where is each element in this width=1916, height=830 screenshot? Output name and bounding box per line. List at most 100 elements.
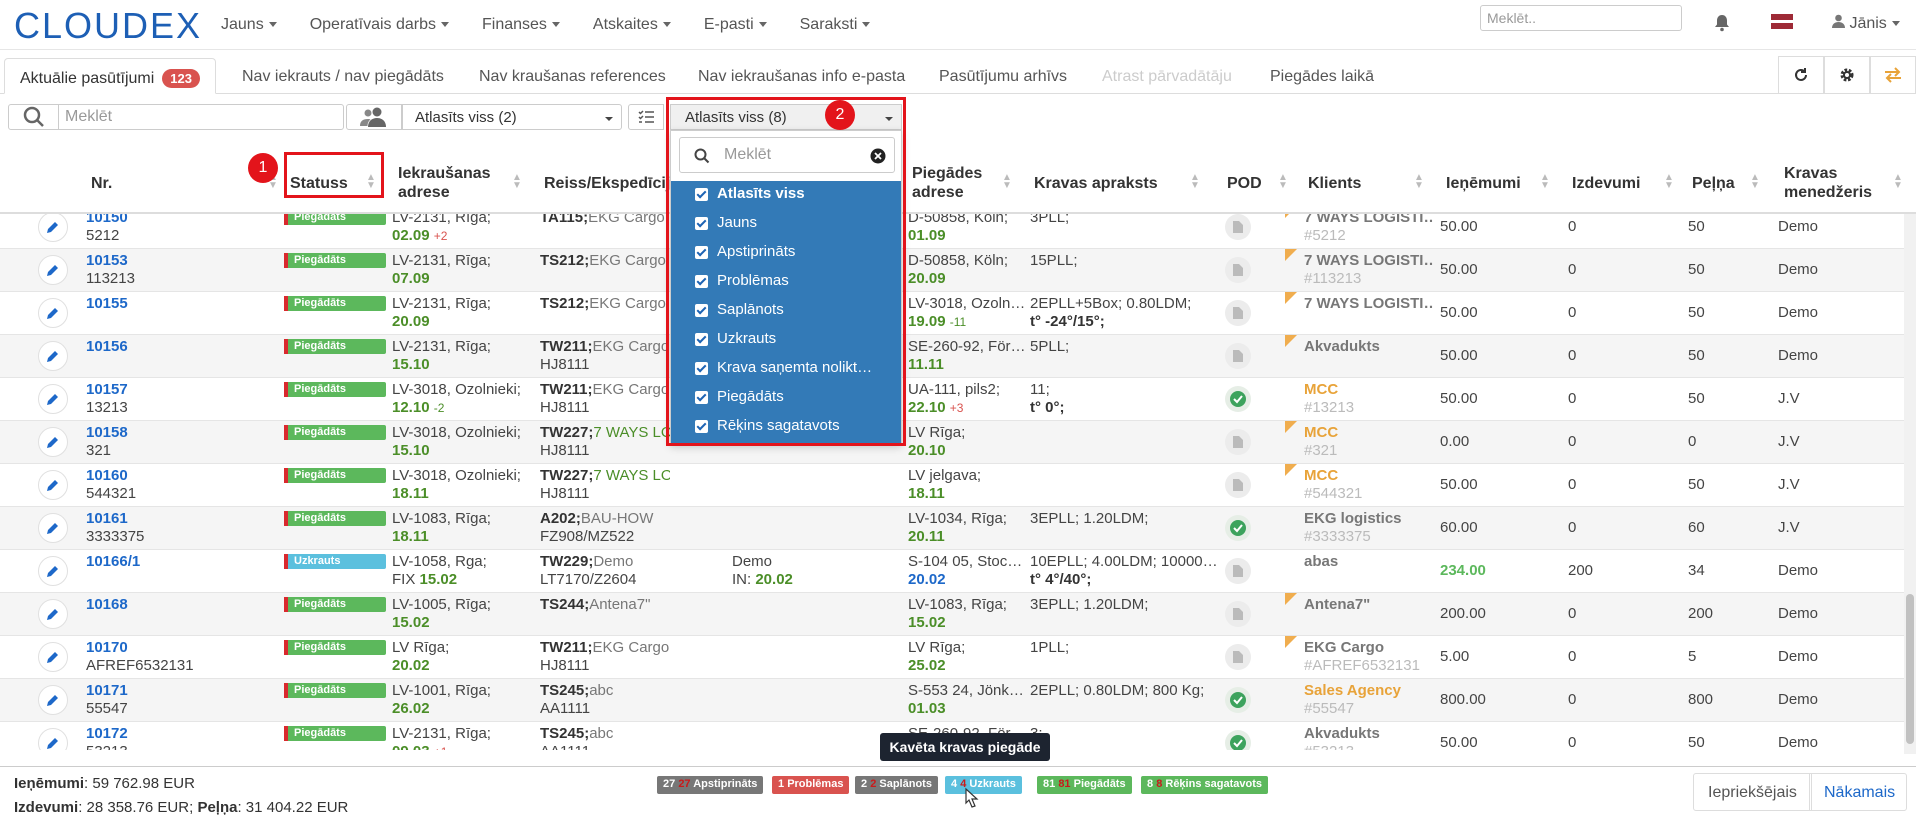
order-number-link[interactable]: 10157 xyxy=(86,381,128,398)
order-number[interactable]: 10168 xyxy=(86,596,128,614)
pod-document-icon[interactable] xyxy=(1225,472,1251,498)
group-select[interactable]: Atlasīts viss (2) xyxy=(402,104,622,130)
pod-document-icon[interactable] xyxy=(1225,429,1251,455)
status-count-badge[interactable]: 4 4 Uzkrauts xyxy=(945,776,1022,794)
edit-pencil-icon[interactable] xyxy=(38,513,68,543)
order-number[interactable]: 10153 xyxy=(86,252,128,270)
edit-pencil-icon[interactable] xyxy=(38,599,68,629)
edit-pencil-icon[interactable] xyxy=(38,470,68,500)
order-number[interactable]: 10150 xyxy=(86,214,128,227)
table-row[interactable]: 10160 544321 Piegādāts LV-3018, Ozolnieki; 1… xyxy=(0,464,1916,507)
table-row[interactable]: 10155 Piegādāts LV-2131, Rīga; 20.09 TS212;… xyxy=(0,292,1916,335)
table-row[interactable]: 10166/1 Uzkrauts LV-1058, Rga; FIX 15.02 TW… xyxy=(0,550,1916,593)
order-number[interactable]: 10172 xyxy=(86,725,128,743)
tab-nav-krausanas-references[interactable]: Nav kraušanas references xyxy=(479,58,666,94)
table-row[interactable]: 10171 55547 Piegādāts LV-1001, Rīga; 26.02 T… xyxy=(0,679,1916,722)
order-number[interactable]: 10161 xyxy=(86,510,128,528)
pod-document-icon[interactable] xyxy=(1225,644,1251,670)
edit-pencil-icon[interactable] xyxy=(38,384,68,414)
table-scrollbar[interactable] xyxy=(1904,214,1916,754)
sort-icon[interactable]: ▲▼ xyxy=(1664,173,1674,191)
order-number-link[interactable]: 10158 xyxy=(86,424,128,441)
sort-icon[interactable]: ▲▼ xyxy=(1893,173,1903,191)
app-logo[interactable]: CLOUDEX xyxy=(14,5,202,47)
status-filter-icon[interactable] xyxy=(628,104,664,130)
edit-pencil-icon[interactable] xyxy=(38,685,68,715)
tab-aktualie-pasutijumi[interactable]: Aktuālie pasūtījumi 123 xyxy=(4,58,216,94)
pod-document-icon[interactable] xyxy=(1225,601,1251,627)
order-number[interactable]: 10158 xyxy=(86,424,128,442)
menu-item-atskaites[interactable]: Atskaites xyxy=(593,16,671,34)
client-name[interactable]: MCC xyxy=(1304,381,1434,399)
table-search-input[interactable]: Meklēt xyxy=(59,105,343,129)
sort-icon[interactable]: ▲▼ xyxy=(1002,173,1012,191)
scrollbar-thumb[interactable] xyxy=(1906,594,1914,744)
menu-item-finanses[interactable]: Finanses xyxy=(482,16,560,34)
sort-icon[interactable]: ▲▼ xyxy=(1278,173,1288,191)
table-row[interactable]: 10150 5212 Piegādāts LV-2131, Rīga; 02.09 +2… xyxy=(0,214,1916,249)
status-count-badge[interactable]: 1 Problēmas xyxy=(772,776,850,794)
order-number[interactable]: 10166/1 xyxy=(86,553,140,571)
pod-document-icon[interactable] xyxy=(1225,214,1251,240)
group-filter-icon[interactable] xyxy=(346,104,402,130)
order-number-link[interactable]: 10156 xyxy=(86,338,128,355)
user-menu[interactable]: Jānis xyxy=(1832,14,1900,33)
edit-pencil-icon[interactable] xyxy=(38,556,68,586)
client-name[interactable]: MCC xyxy=(1304,467,1434,485)
next-page-button[interactable]: Nākamais xyxy=(1809,773,1907,811)
col-income[interactable]: Ieņēmumi xyxy=(1446,174,1521,193)
edit-pencil-icon[interactable] xyxy=(38,214,68,242)
client-name[interactable]: Antena7" xyxy=(1304,596,1434,614)
status-count-badge[interactable]: 2 2 Saplānots xyxy=(855,776,938,794)
status-count-badge[interactable]: 27 27 Apstiprināts xyxy=(657,776,764,794)
pod-document-icon[interactable] xyxy=(1225,558,1251,584)
table-row[interactable]: 10157 13213 Piegādāts LV-3018, Ozolnieki; 12… xyxy=(0,378,1916,421)
col-delivery-address[interactable]: Piegādes adrese xyxy=(912,164,982,202)
pod-check-icon[interactable] xyxy=(1225,515,1251,541)
col-trip[interactable]: Reiss/Ekspedīcija xyxy=(544,174,679,193)
col-manager[interactable]: Kravas menedžeris xyxy=(1784,164,1872,202)
edit-pencil-icon[interactable] xyxy=(38,298,68,328)
order-number-link[interactable]: 10160 xyxy=(86,467,128,484)
pod-check-icon[interactable] xyxy=(1225,687,1251,713)
sort-icon[interactable]: ▲▼ xyxy=(1414,173,1424,191)
edit-pencil-icon[interactable] xyxy=(38,642,68,672)
client-name[interactable]: EKG Cargo xyxy=(1304,639,1434,657)
table-row[interactable]: 10170 AFREF6532131 Piegādāts LV Rīga; 20.02 … xyxy=(0,636,1916,679)
order-number-link[interactable]: 10170 xyxy=(86,639,128,656)
pod-document-icon[interactable] xyxy=(1225,300,1251,326)
client-name[interactable]: 7 WAYS LOGISTI… xyxy=(1304,295,1434,313)
table-row[interactable]: 10168 Piegādāts LV-1005, Rīga; 15.02 TS244;… xyxy=(0,593,1916,636)
order-number-link[interactable]: 10172 xyxy=(86,725,128,742)
col-nr[interactable]: Nr. xyxy=(91,174,112,193)
table-row[interactable]: 10161 3333375 Piegādāts LV-1083, Rīga; 18.11… xyxy=(0,507,1916,550)
pod-check-icon[interactable] xyxy=(1225,386,1251,412)
status-count-badge[interactable]: 81 81 Piegādāts xyxy=(1037,776,1132,794)
table-search[interactable]: Meklēt xyxy=(8,104,344,130)
order-number[interactable]: 10155 xyxy=(86,295,128,313)
client-name[interactable]: Sales Agency xyxy=(1304,682,1434,700)
menu-item-saraksti[interactable]: Saraksti xyxy=(800,16,871,34)
menu-item-operativais-darbs[interactable]: Operatīvais darbs xyxy=(310,16,449,34)
tab-piegades-laika[interactable]: Piegādes laikā xyxy=(1270,58,1374,94)
col-profit[interactable]: Peļņa xyxy=(1692,174,1735,193)
global-search-input[interactable]: Meklēt.. xyxy=(1480,5,1682,31)
table-row[interactable]: 10156 Piegādāts LV-2131, Rīga; 15.10 TW211;… xyxy=(0,335,1916,378)
tab-nav-iekrauts[interactable]: Nav iekrauts / nav piegādāts xyxy=(242,58,444,94)
pod-document-icon[interactable] xyxy=(1225,343,1251,369)
settings-button[interactable] xyxy=(1824,56,1870,94)
col-cargo[interactable]: Kravas apraksts xyxy=(1034,174,1158,193)
table-row[interactable]: 10153 113213 Piegādāts LV-2131, Rīga; 07.09 … xyxy=(0,249,1916,292)
order-number-link[interactable]: 10171 xyxy=(86,682,128,699)
client-name[interactable]: 7 WAYS LOGISTI… xyxy=(1304,252,1434,270)
edit-pencil-icon[interactable] xyxy=(38,341,68,371)
order-number[interactable]: 10160 xyxy=(86,467,128,485)
order-number[interactable]: 10170 xyxy=(86,639,128,657)
latvia-flag-icon[interactable] xyxy=(1771,14,1793,29)
client-name[interactable]: Akvadukts xyxy=(1304,725,1434,743)
order-number-link[interactable]: 10155 xyxy=(86,295,128,312)
sort-icon[interactable]: ▲▼ xyxy=(1540,173,1550,191)
order-number-link[interactable]: 10150 xyxy=(86,214,128,226)
client-name[interactable]: MCC xyxy=(1304,424,1434,442)
order-number-link[interactable]: 10153 xyxy=(86,252,128,269)
